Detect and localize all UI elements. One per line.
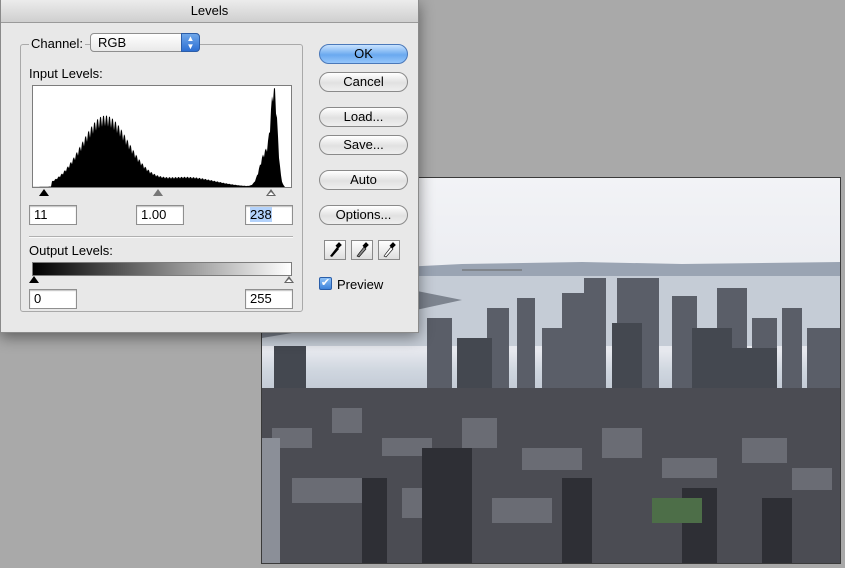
output-white-field[interactable]: 255 — [245, 289, 293, 309]
updown-arrows-icon: ▲ ▼ — [181, 33, 200, 52]
levels-dialog: Levels Channel: RGB ▲ ▼ Input Levels: 11 … — [0, 0, 419, 333]
output-levels-label: Output Levels: — [29, 243, 113, 258]
options-button[interactable]: Options... — [319, 205, 408, 225]
dialog-title[interactable]: Levels — [1, 0, 418, 23]
checkmark-icon: ✔ — [320, 277, 331, 289]
output-black-field[interactable]: 0 — [29, 289, 77, 309]
channel-select[interactable]: RGB ▲ ▼ — [90, 33, 200, 52]
preview-label: Preview — [337, 277, 384, 292]
save-button[interactable]: Save... — [319, 135, 408, 155]
white-point-eyedropper-icon[interactable] — [378, 240, 400, 260]
histogram — [32, 85, 292, 188]
input-gamma-field[interactable]: 1.00 — [136, 205, 184, 225]
channel-label: Channel: — [29, 36, 86, 51]
channel-value: RGB — [98, 35, 127, 50]
output-black-slider[interactable] — [29, 276, 39, 283]
section-divider — [29, 236, 293, 238]
input-white-slider-fill — [268, 192, 274, 195]
input-gamma-slider[interactable] — [153, 189, 163, 196]
ok-button[interactable]: OK — [319, 44, 408, 64]
gray-point-eyedropper-icon[interactable] — [351, 240, 373, 260]
preview-checkbox[interactable]: ✔ — [319, 277, 332, 290]
input-black-field[interactable]: 11 — [29, 205, 77, 225]
output-white-slider-fill — [286, 279, 292, 282]
input-white-value: 238 — [250, 207, 272, 222]
auto-button[interactable]: Auto — [319, 170, 408, 190]
black-point-eyedropper-icon[interactable] — [324, 240, 346, 260]
cancel-button[interactable]: Cancel — [319, 72, 408, 92]
input-black-slider[interactable] — [39, 189, 49, 196]
output-gradient-bar — [32, 262, 292, 276]
histogram-graph — [33, 88, 291, 187]
input-levels-label: Input Levels: — [29, 66, 103, 81]
load-button[interactable]: Load... — [319, 107, 408, 127]
input-white-field[interactable]: 238 — [245, 205, 293, 225]
